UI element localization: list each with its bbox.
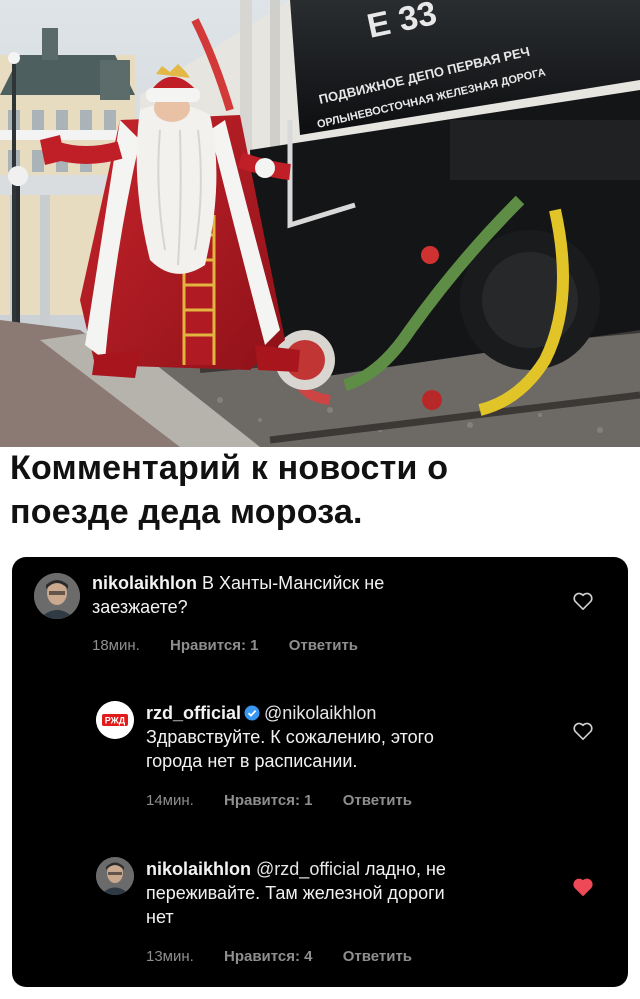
comment-mention[interactable]: @rzd_official — [256, 859, 360, 879]
comment-text: nikolaikhlon @rzd_official ладно, не пер… — [146, 857, 566, 929]
user-avatar-icon — [96, 857, 134, 895]
comment-likes[interactable]: Нравится: 1 — [224, 792, 313, 809]
user-avatar-icon — [34, 573, 80, 619]
comment-body-line-2: города нет в расписании. — [146, 751, 358, 771]
caption-line-2: поезде деда мороза. — [10, 493, 363, 531]
comments-panel: nikolaikhlon В Ханты-Мансийск не заезжае… — [12, 557, 628, 987]
reply-button[interactable]: Ответить — [343, 792, 412, 809]
comment-body-part-2: заезжаете? — [92, 597, 188, 617]
comment-meta: 14мин. Нравится: 1 Ответить — [146, 791, 412, 811]
comment-time: 13мин. — [146, 948, 194, 965]
comment-username[interactable]: rzd_official — [146, 703, 241, 723]
comment-body-line-3: нет — [146, 907, 174, 927]
comment-meta: 13мин. Нравится: 4 Ответить — [146, 947, 412, 967]
comment-likes[interactable]: Нравится: 1 — [170, 637, 259, 654]
reply-button[interactable]: Ответить — [343, 948, 412, 965]
comment-time: 18мин. — [92, 637, 140, 654]
rzd-logo-icon: РЖД — [96, 701, 134, 739]
rzd-logo-text: РЖД — [105, 716, 126, 726]
comment-username[interactable]: nikolaikhlon — [146, 859, 251, 879]
avatar[interactable]: РЖД — [96, 701, 134, 739]
post-caption: Комментарий к новости о поезде деда моро… — [10, 446, 630, 534]
comment-text: nikolaikhlon В Ханты-Мансийск не заезжае… — [92, 571, 512, 619]
comment-text: rzd_official @nikolaikhlon Здравствуйте. … — [146, 701, 566, 773]
like-heart-icon[interactable] — [572, 721, 594, 741]
like-heart-icon[interactable] — [572, 591, 594, 611]
news-photo: Е 33 ПОДВИЖНОЕ ДЕПО ПЕРВАЯ РЕЧ ОРЛЫНЕВОС… — [0, 0, 640, 447]
caption-line-1: Комментарий к новости о — [10, 449, 449, 487]
comment-username[interactable]: nikolaikhlon — [92, 573, 197, 593]
comment-body-line-2: переживайте. Там железной дороги — [146, 883, 445, 903]
santa-train-photo: Е 33 ПОДВИЖНОЕ ДЕПО ПЕРВАЯ РЕЧ ОРЛЫНЕВОС… — [0, 0, 640, 447]
comment-body-line-1: Здравствуйте. К сожалению, этого — [146, 727, 434, 747]
reply-button[interactable]: Ответить — [289, 637, 358, 654]
comment-meta: 18мин. Нравится: 1 Ответить — [92, 636, 358, 656]
comment-time: 14мин. — [146, 792, 194, 809]
liked-heart-icon[interactable] — [572, 877, 594, 897]
comment-1: nikolaikhlon В Ханты-Мансийск не заезжае… — [12, 557, 628, 677]
avatar[interactable] — [34, 573, 80, 619]
avatar[interactable] — [96, 857, 134, 895]
comment-likes[interactable]: Нравится: 4 — [224, 948, 313, 965]
comment-3: nikolaikhlon @rzd_official ладно, не пер… — [12, 847, 628, 987]
comment-body-part-1: В Ханты-Мансийск не — [197, 573, 385, 593]
comment-2: РЖД rzd_official @nikolaikhlon Здравствуй… — [12, 687, 628, 822]
verified-badge-icon — [244, 705, 260, 721]
comment-mention[interactable]: @nikolaikhlon — [264, 703, 376, 723]
comment-body-part-1: ладно, не — [360, 859, 446, 879]
